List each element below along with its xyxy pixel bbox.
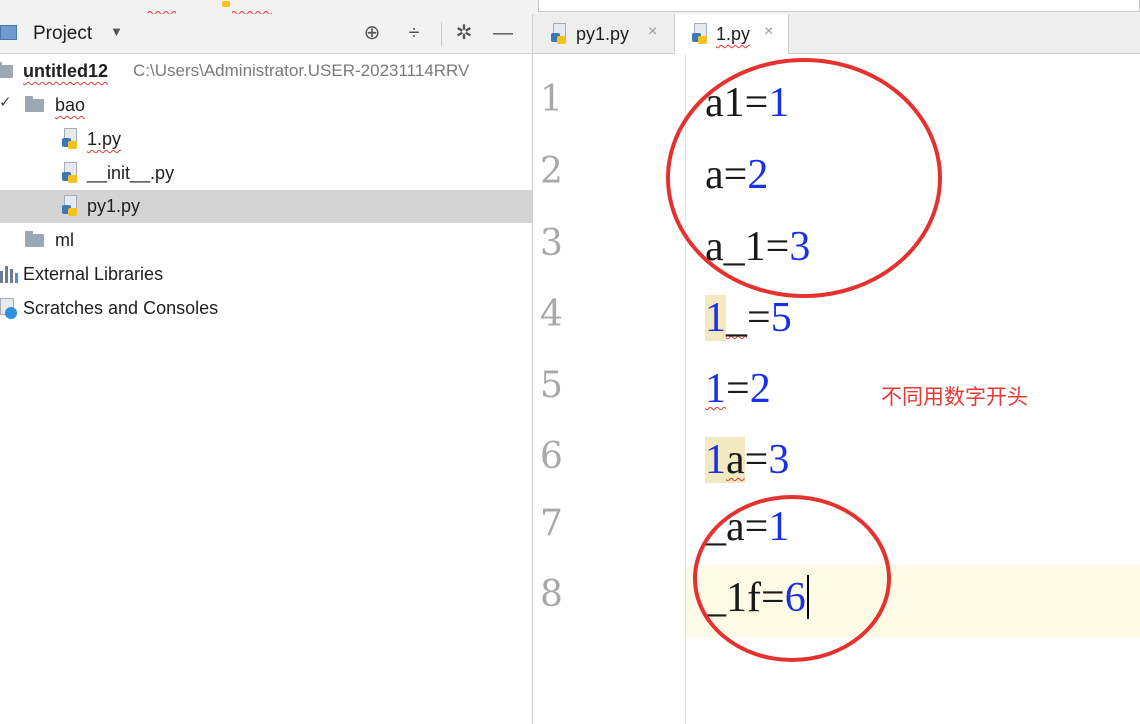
- line-number: 2: [540, 151, 563, 192]
- editor-tab-bar: py1.py × 1.py ×: [533, 14, 1140, 54]
- top-breadcrumb-strip: [0, 0, 1140, 15]
- tree-folder-ml[interactable]: ml: [0, 224, 532, 257]
- line-number: 3: [540, 223, 563, 264]
- minimize-icon[interactable]: —: [490, 20, 516, 46]
- annotation-circle-underscore: [693, 495, 891, 662]
- chevron-down-icon[interactable]: ✓: [0, 93, 12, 111]
- file-1py-label: 1.py: [87, 129, 122, 149]
- code-error-token: 1: [705, 366, 726, 412]
- python-file-icon: [222, 1, 230, 7]
- code-identifier: _: [726, 295, 747, 341]
- code-operator: =: [747, 295, 771, 341]
- code-operator: =: [726, 366, 750, 412]
- navigation-bar-box: [538, 0, 1140, 12]
- code-line[interactable]: 4 1_=5: [533, 285, 1140, 357]
- code-text[interactable]: 1a=3: [705, 436, 789, 484]
- code-error-token: 1: [705, 295, 726, 341]
- scratches-icon: [0, 298, 18, 319]
- python-file-icon: [62, 162, 82, 183]
- line-number: 5: [540, 365, 563, 406]
- tree-folder-bao[interactable]: ✓ bao: [0, 89, 532, 122]
- code-error-token: 1: [705, 437, 726, 483]
- tree-scratches[interactable]: Scratches and Consoles: [0, 292, 532, 325]
- line-number: 4: [540, 294, 563, 335]
- folder-icon: [25, 96, 44, 112]
- line-number: 8: [540, 574, 563, 615]
- tab-1py-label: 1.py: [716, 24, 751, 44]
- folder-icon: [0, 62, 13, 78]
- line-number: 1: [540, 79, 563, 120]
- annotation-circle-valid: [666, 58, 942, 298]
- tab-1py[interactable]: 1.py ×: [674, 14, 789, 54]
- project-panel-title[interactable]: Project: [33, 23, 92, 45]
- gear-icon[interactable]: ✲: [451, 20, 477, 46]
- tree-external-libraries[interactable]: External Libraries: [0, 258, 532, 291]
- tab-py1[interactable]: py1.py ×: [533, 14, 674, 53]
- code-identifier: a: [726, 437, 745, 483]
- python-file-icon: [62, 128, 82, 149]
- library-icon: [0, 265, 18, 283]
- code-line[interactable]: 6 1a=3: [533, 427, 1140, 499]
- external-libraries-label: External Libraries: [23, 264, 164, 284]
- tree-root-untitled12[interactable]: untitled12 C:\Users\Administrator.USER-2…: [0, 55, 532, 88]
- root-project-name: untitled12: [23, 61, 109, 81]
- tree-file-init[interactable]: __init__.py: [0, 157, 532, 190]
- project-view-dropdown-icon[interactable]: ▼: [110, 24, 123, 39]
- locate-crosshair-icon[interactable]: ⊕: [359, 20, 385, 46]
- collapse-all-icon[interactable]: ÷: [401, 20, 427, 46]
- close-icon[interactable]: ×: [648, 23, 657, 41]
- code-line[interactable]: 5 1=2: [533, 356, 1140, 428]
- line-number: 7: [540, 503, 563, 544]
- code-text[interactable]: 1_=5: [705, 294, 792, 342]
- file-py1-label: py1.py: [87, 196, 141, 216]
- code-operator: =: [744, 437, 769, 483]
- folder-bao-label: bao: [55, 95, 86, 115]
- error-squiggle: [147, 2, 178, 15]
- folder-icon: [25, 231, 44, 247]
- root-project-path: C:\Users\Administrator.USER-20231114RRV: [133, 61, 470, 80]
- header-separator: [441, 22, 442, 46]
- python-file-icon: [551, 23, 571, 44]
- tree-file-py1[interactable]: py1.py: [0, 190, 532, 223]
- annotation-text: 不同用数字开头: [881, 385, 1028, 409]
- error-squiggle: [231, 2, 273, 15]
- python-file-icon: [62, 195, 82, 216]
- project-tool-window: Project ▼ ⊕ ÷ ✲ — untitled12 C:\Users\Ad…: [0, 14, 532, 724]
- close-icon[interactable]: ×: [764, 23, 773, 41]
- project-view-icon: [0, 25, 17, 40]
- python-file-icon: [692, 23, 712, 44]
- tree-file-1py[interactable]: 1.py: [0, 123, 532, 156]
- project-panel-header: Project ▼ ⊕ ÷ ✲ —: [0, 14, 532, 54]
- line-number: 6: [540, 436, 563, 477]
- file-init-label: __init__.py: [87, 163, 175, 183]
- folder-ml-label: ml: [55, 230, 74, 250]
- code-number: 3: [768, 437, 790, 483]
- tab-py1-label: py1.py: [576, 24, 630, 44]
- code-number: 2: [749, 366, 771, 412]
- scratches-label: Scratches and Consoles: [23, 298, 219, 318]
- code-text[interactable]: 1=2: [705, 365, 771, 413]
- code-number: 5: [770, 295, 792, 341]
